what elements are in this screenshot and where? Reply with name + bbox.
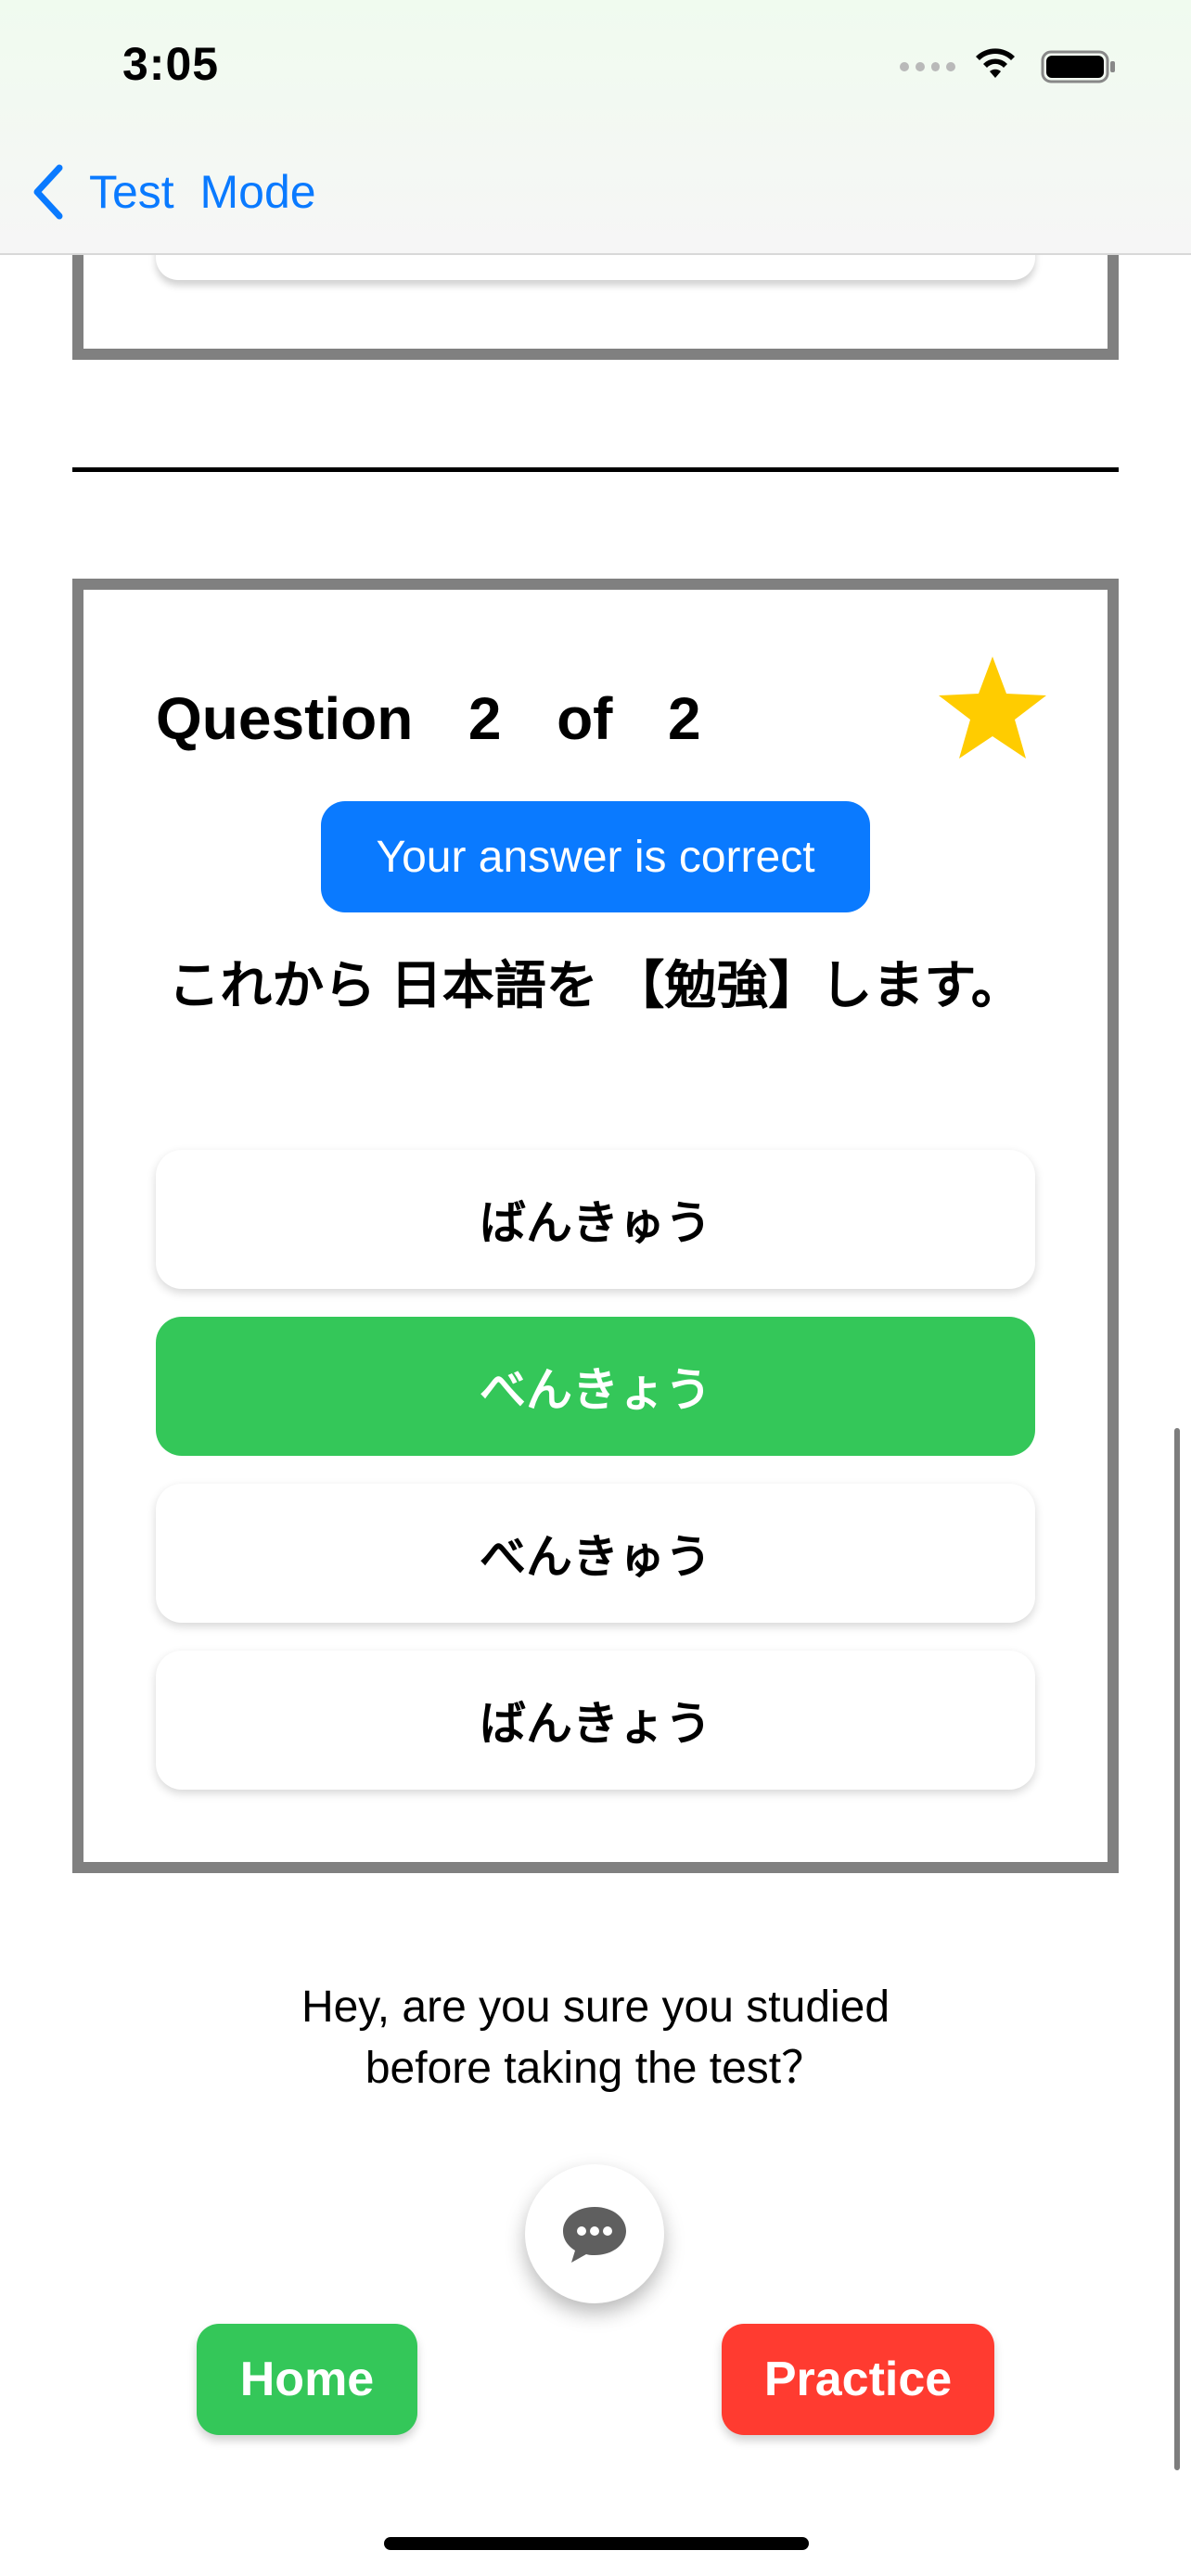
home-indicator[interactable] [384,2537,809,2550]
star-icon[interactable] [935,653,1050,764]
answer-feedback-badge: Your answer is correct [321,801,870,912]
back-button[interactable]: Test Mode [32,159,316,224]
back-label: Test Mode [89,166,316,218]
wifi-icon [976,48,1015,78]
hint-line-1: Hey, are you sure you studied [301,1983,890,2032]
chat-button[interactable] [525,2164,664,2303]
section-divider [72,467,1119,472]
chevron-left-icon [33,164,63,220]
vertical-scrollbar[interactable] [1174,1428,1180,2470]
battery-icon [1041,50,1115,83]
answer-option[interactable]: ばんきょう [156,1651,1035,1790]
hint-line-2: before taking the test？ [365,2044,826,2093]
status-time: 3:05 [122,38,220,90]
chat-bubble-icon [563,2207,626,2263]
practice-button[interactable]: Practice [722,2324,994,2435]
answer-option[interactable]: べんきゅう [156,1484,1035,1623]
answer-option-correct[interactable]: べんきょう [156,1317,1035,1456]
hint-message: Hey, are you sure you studied before tak… [224,1977,967,2099]
navigation-header: 3:05 Test Mode [0,0,1191,255]
cellular-signal-icon [900,57,955,76]
answer-option[interactable]: ばんきゅう [156,1150,1035,1289]
question-sentence: これから 日本語を 【勉強】します。 [168,956,1023,1014]
question-title: Question 2 of 2 [156,685,701,752]
home-button[interactable]: Home [197,2324,417,2435]
